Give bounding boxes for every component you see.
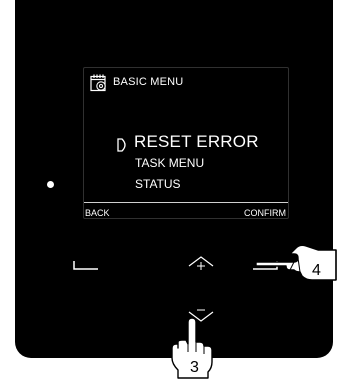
selection-arrow-icon — [117, 138, 126, 152]
display-screen: BASIC MENU RESET ERROR TASK MENU STATUS … — [83, 67, 289, 219]
softkey-divider — [84, 202, 288, 203]
softkey-back-label: BACK — [85, 208, 110, 218]
menu-title: BASIC MENU — [113, 76, 184, 88]
status-led — [47, 181, 54, 188]
control-panel: BASIC MENU RESET ERROR TASK MENU STATUS … — [15, 0, 333, 358]
menu-item-reset-error[interactable]: RESET ERROR — [134, 132, 259, 152]
calendar-gear-icon — [90, 74, 106, 92]
pointing-hand-icon — [256, 244, 337, 281]
up-plus-key[interactable] — [186, 252, 216, 274]
step-number-3: 3 — [190, 359, 199, 376]
menu-item-task-menu[interactable]: TASK MENU — [135, 156, 204, 170]
softkey-confirm-label: CONFIRM — [244, 208, 286, 218]
back-key[interactable] — [72, 258, 100, 272]
menu-item-status[interactable]: STATUS — [135, 177, 181, 191]
step-number-4: 4 — [312, 262, 321, 279]
